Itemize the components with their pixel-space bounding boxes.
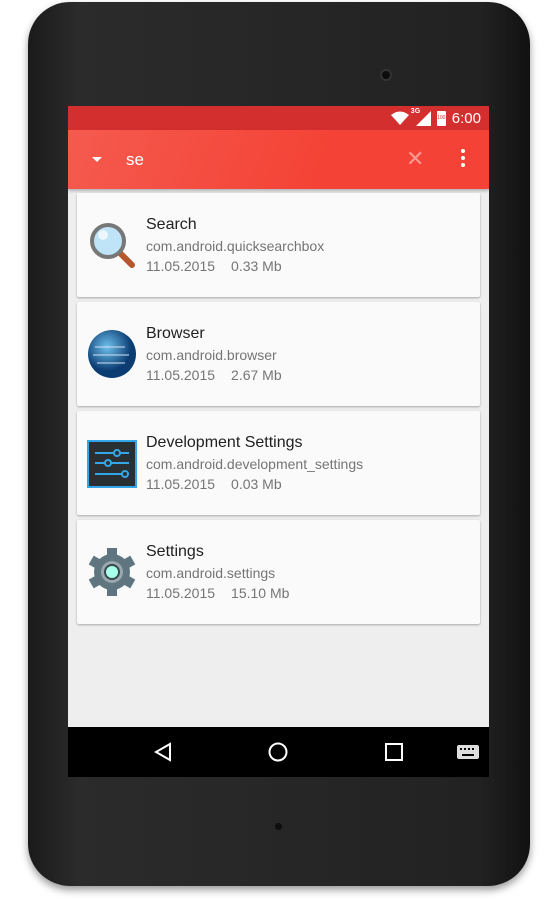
app-date: 11.05.2015 (146, 585, 216, 601)
app-name: Search (146, 216, 197, 233)
network-icon: 3G (411, 108, 431, 126)
app-list: Search com.android.quicksearchbox 11.05.… (77, 193, 480, 629)
battery-icon: 100 (436, 110, 446, 126)
home-icon[interactable] (268, 742, 288, 762)
magnifier-icon (90, 223, 135, 268)
app-name: Browser (146, 325, 205, 342)
app-card[interactable]: Browser com.android.browser 11.05.2015 2.… (77, 302, 480, 406)
clear-icon[interactable]: ✕ (406, 146, 424, 172)
app-package: com.android.quicksearchbox (146, 238, 325, 254)
app-size: 0.03 Mb (231, 476, 282, 492)
search-input[interactable] (126, 150, 386, 170)
keyboard-icon[interactable] (457, 745, 479, 759)
app-card[interactable]: Search com.android.quicksearchbox 11.05.… (77, 193, 480, 297)
app-package: com.android.settings (146, 565, 276, 581)
back-icon[interactable] (154, 742, 172, 762)
app-date: 11.05.2015 (146, 258, 216, 274)
dropdown-icon[interactable] (92, 157, 102, 162)
wifi-icon (390, 111, 409, 125)
clock: 6:00 (451, 109, 481, 127)
app-package: com.android.development_settings (146, 456, 364, 472)
app-name: Settings (146, 543, 204, 560)
sliders-icon (87, 440, 137, 488)
status-bar: 3G 100 6:00 (68, 106, 489, 130)
camera (380, 69, 392, 81)
app-package: com.android.browser (146, 347, 277, 363)
app-name: Development Settings (146, 434, 303, 451)
app-card[interactable]: Development Settings com.android.develop… (77, 411, 480, 515)
globe-icon (88, 330, 136, 378)
navigation-bar (68, 727, 489, 777)
app-size: 2.67 Mb (231, 367, 282, 383)
app-date: 11.05.2015 (146, 367, 216, 383)
screen: 3G 100 6:00 ✕ Search com.android.quickse… (68, 106, 489, 777)
app-date: 11.05.2015 (146, 476, 216, 492)
app-card[interactable]: Settings com.android.settings 11.05.2015… (77, 520, 480, 624)
app-size: 0.33 Mb (231, 258, 282, 274)
more-icon[interactable] (461, 149, 465, 170)
recents-icon[interactable] (385, 742, 403, 762)
toolbar: ✕ (68, 130, 489, 189)
app-size: 15.10 Mb (231, 585, 290, 601)
gear-icon (88, 548, 136, 596)
sensor (275, 823, 282, 830)
network-label: 3G (410, 107, 421, 115)
